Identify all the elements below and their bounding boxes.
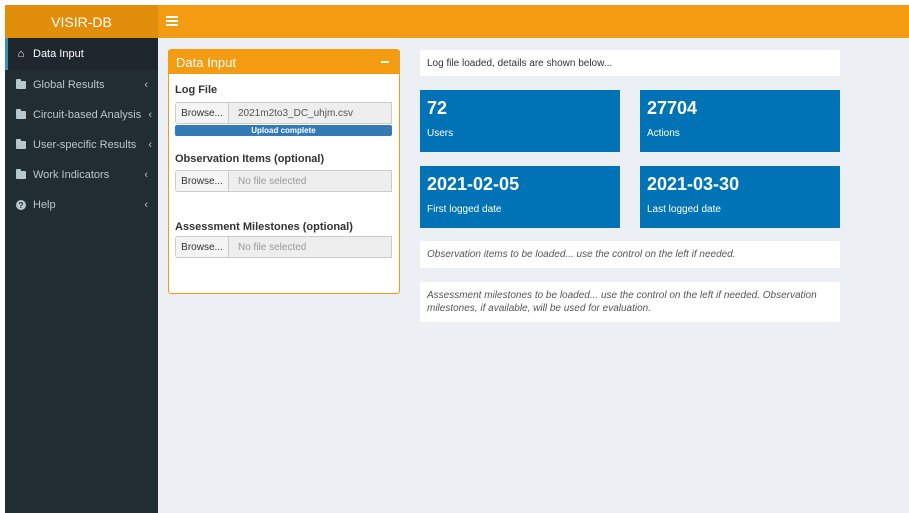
sidebar-item-label: Global Results (33, 79, 105, 91)
milestones-file-name-field[interactable]: No file selected (229, 236, 392, 258)
sidebar-item-circuit-analysis[interactable]: Circuit-based Analysis ‹ (5, 100, 158, 130)
chevron-left-icon: ‹ (148, 109, 152, 121)
last-date-value-box: 2021-03-30 Last logged date (640, 166, 840, 228)
log-file-label: Log File (175, 84, 218, 96)
log-file-name-field[interactable]: 2021m2to3_DC_uhjm.csv (229, 102, 392, 124)
sidebar-item-label: Circuit-based Analysis (33, 109, 142, 121)
users-label: Users (427, 128, 454, 139)
top-navbar (158, 5, 909, 38)
observation-items-label: Observation Items (optional) (175, 153, 325, 165)
first-date-value-box: 2021-02-05 First logged date (420, 166, 620, 228)
box-header: Data Input (169, 50, 399, 74)
last-date-label: Last logged date (647, 204, 721, 215)
home-icon: ⌂ (17, 48, 25, 60)
milestones-label: Assessment Milestones (optional) (175, 221, 353, 233)
actions-value-box: 27704 Actions (640, 90, 840, 152)
last-logged-date: 2021-03-30 (647, 174, 740, 194)
folder-icon (15, 169, 27, 180)
sidebar-item-label: Data Input (33, 48, 84, 60)
users-count: 72 (427, 98, 448, 118)
sidebar-item-data-input[interactable]: ⌂ Data Input (5, 38, 158, 70)
first-logged-date: 2021-02-05 (427, 174, 520, 194)
log-status-message: Log file loaded, details are shown below… (420, 50, 840, 76)
milestones-status-message: Assessment milestones to be loaded... us… (420, 282, 840, 322)
observation-file-input: Browse... No file selected (175, 170, 392, 192)
observation-file-name-field[interactable]: No file selected (229, 170, 392, 192)
sidebar-item-global-results[interactable]: Global Results ‹ (5, 70, 158, 100)
log-file-browse-button[interactable]: Browse... (175, 102, 229, 124)
users-value-box: 72 Users (420, 90, 620, 152)
log-file-input: Browse... 2021m2to3_DC_uhjm.csv (175, 102, 392, 124)
observation-browse-button[interactable]: Browse... (175, 170, 229, 192)
sidebar-item-label: Work Indicators (33, 169, 110, 181)
sidebar-item-help[interactable]: ? Help ‹ (5, 190, 158, 220)
sidebar: ⌂ Data Input Global Results ‹ Circuit-ba… (5, 38, 158, 513)
observation-status-message: Observation items to be loaded... use th… (420, 241, 840, 268)
folder-icon (15, 109, 27, 120)
actions-label: Actions (647, 128, 680, 139)
actions-count: 27704 (647, 98, 698, 118)
chevron-left-icon: ‹ (144, 169, 148, 181)
menu-toggle-icon[interactable] (166, 14, 178, 26)
first-date-label: First logged date (427, 204, 502, 215)
chevron-left-icon: ‹ (148, 139, 152, 151)
sidebar-item-user-results[interactable]: User-specific Results ‹ (5, 130, 158, 160)
app-logo[interactable]: VISIR-DB (5, 5, 158, 38)
chevron-left-icon: ‹ (144, 199, 148, 211)
folder-icon (15, 139, 27, 150)
sidebar-item-work-indicators[interactable]: Work Indicators ‹ (5, 160, 158, 190)
sidebar-item-label: Help (33, 199, 56, 211)
question-circle-icon: ? (15, 200, 27, 210)
chevron-left-icon: ‹ (144, 79, 148, 91)
collapse-minus-icon[interactable] (381, 61, 389, 63)
milestones-file-input: Browse... No file selected (175, 236, 392, 258)
box-title: Data Input (176, 54, 236, 70)
main-content: Data Input Log File Browse... 2021m2to3_… (158, 38, 909, 513)
upload-progress-bar: Upload complete (175, 125, 392, 136)
data-input-box: Data Input Log File Browse... 2021m2to3_… (168, 49, 400, 294)
milestones-browse-button[interactable]: Browse... (175, 236, 229, 258)
sidebar-item-label: User-specific Results (33, 139, 137, 151)
folder-icon (15, 79, 27, 90)
